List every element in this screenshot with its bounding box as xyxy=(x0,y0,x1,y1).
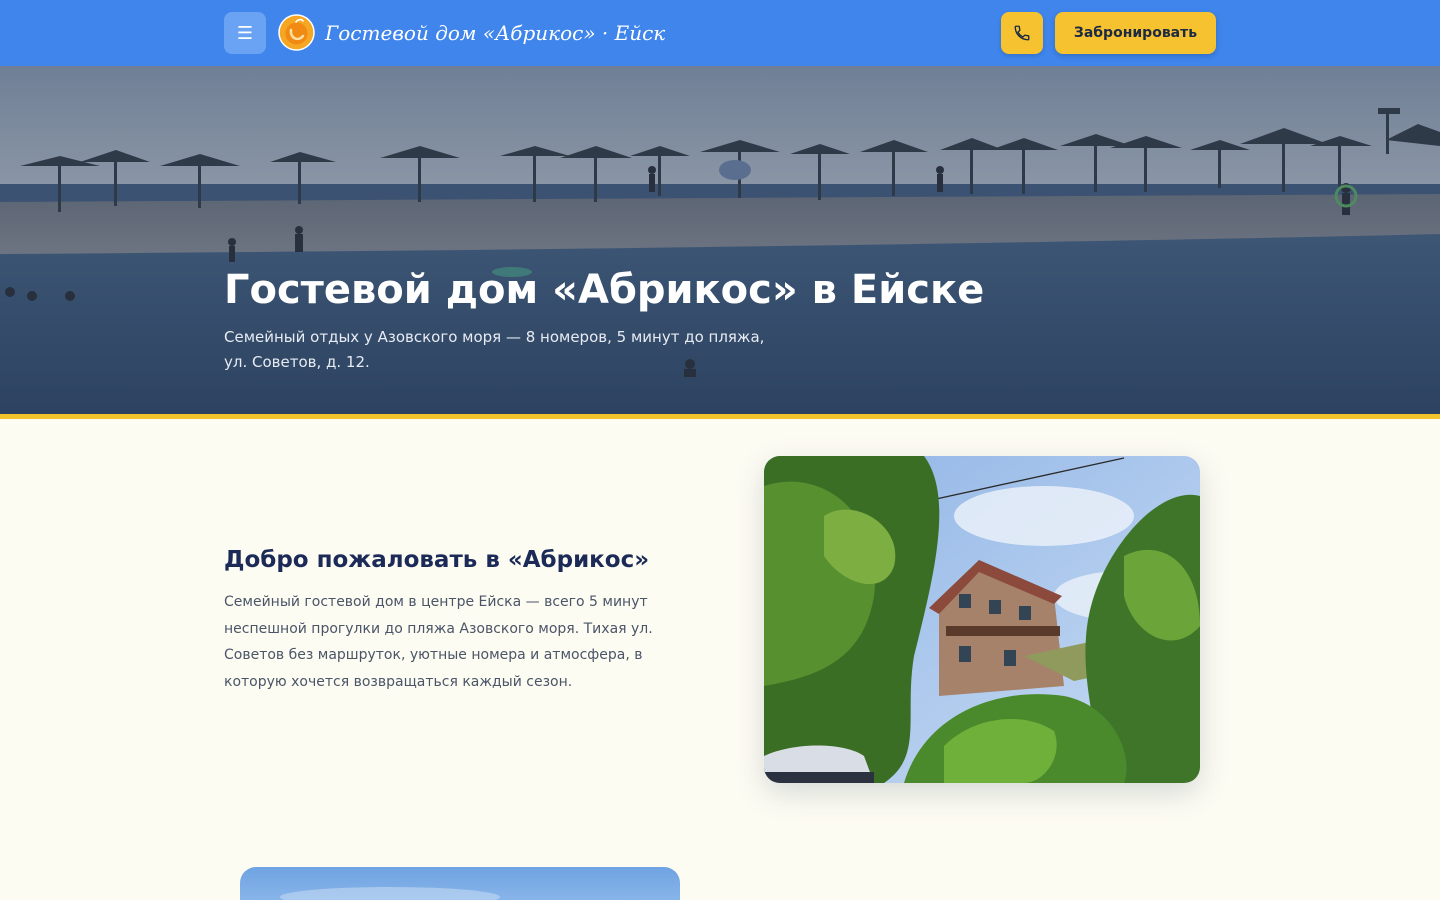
top-navigation-bar: ☰ Гостевой дом «Абрикос» · Ейск Забронир… xyxy=(0,0,1440,66)
second-section-photo xyxy=(240,867,680,900)
book-button[interactable]: Забронировать xyxy=(1055,12,1216,54)
guest-house-photo xyxy=(764,456,1200,783)
hero-title: Гостевой дом «Абрикос» в Ейске xyxy=(224,267,985,313)
welcome-text: Семейный гостевой дом в центре Ейска — в… xyxy=(224,594,653,690)
menu-button[interactable]: ☰ xyxy=(224,12,266,54)
apricot-logo-icon xyxy=(278,14,315,51)
hero-subtitle: Семейный отдых у Азовского моря — 8 номе… xyxy=(224,328,765,371)
hero-divider xyxy=(0,414,1440,419)
sky-image xyxy=(240,867,680,900)
house-image xyxy=(764,456,1200,783)
menu-icon: ☰ xyxy=(236,22,254,44)
call-button[interactable] xyxy=(1001,12,1043,54)
brand-name[interactable]: Гостевой дом «Абрикос» · Ейск xyxy=(325,18,665,48)
phone-icon xyxy=(1014,25,1030,41)
welcome-title: Добро пожаловать в «Абрикос» xyxy=(224,547,650,573)
